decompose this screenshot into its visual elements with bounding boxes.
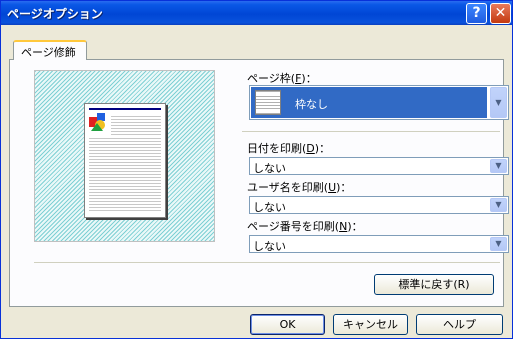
preview-header-line [89,108,161,110]
chevron-down-icon[interactable]: ▼ [490,198,507,212]
page-frame-select[interactable]: 枠なし ▼ [249,85,509,120]
tab-panel: ページ枠(F)： 枠なし ▼ 日付を印刷(D)： しない ▼ ユーザ名を印刷(U… [9,59,509,307]
help-button[interactable]: ヘルプ [416,314,503,335]
print-page-number-label: ページ番号を印刷(N)： [247,220,363,233]
print-page-number-value: しない [253,240,286,253]
page-options-dialog: ページオプション ? ✕ ページ枠(F)： 枠なし ▼ 日付を印刷(D)： しな… [0,0,513,339]
separator [34,262,500,263]
print-user-value: しない [253,201,286,214]
print-date-select[interactable]: しない ▼ [249,157,509,175]
print-date-label: 日付を印刷(D)： [247,142,331,155]
page-frame-selected: 枠なし [251,87,487,118]
preview-text-lines-lower [89,136,161,212]
frame-none-icon [255,90,281,115]
preview-image-icon [89,113,105,131]
separator [242,131,500,132]
page-preview [34,70,215,242]
preview-page [84,103,166,218]
chevron-down-icon[interactable]: ▼ [490,159,507,173]
reset-defaults-button[interactable]: 標準に戻す(R) [374,274,494,295]
tab-page-decoration[interactable]: ページ修飾 [13,40,87,60]
close-button[interactable]: ✕ [490,3,511,24]
title-bar[interactable]: ページオプション ? ✕ [1,1,512,25]
print-user-select[interactable]: しない ▼ [249,196,509,214]
print-page-number-select[interactable]: しない ▼ [249,235,509,253]
page-frame-value: 枠なし [295,98,328,111]
chevron-down-icon[interactable]: ▼ [490,87,507,118]
print-user-label: ユーザ名を印刷(U)： [247,181,352,194]
chevron-down-icon[interactable]: ▼ [490,237,507,251]
print-date-value: しない [253,162,286,175]
page-frame-label: ページ枠(F)： [247,72,317,85]
close-icon: ✕ [494,5,507,21]
ok-button[interactable]: OK [250,314,325,335]
window-title: ページオプション [7,7,103,21]
help-title-button[interactable]: ? [466,3,487,24]
tab-label: ページ修飾 [21,46,76,59]
cancel-button[interactable]: キャンセル [333,314,408,335]
help-icon: ? [472,5,481,21]
